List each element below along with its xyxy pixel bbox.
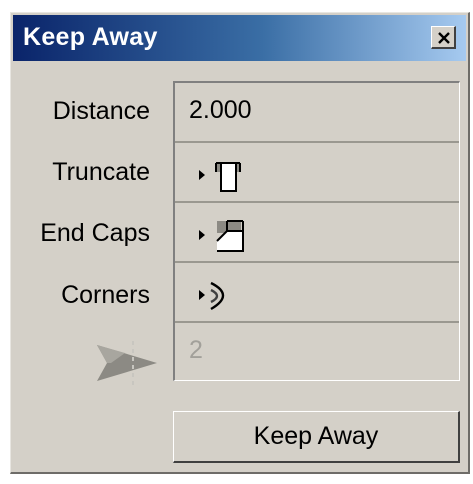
copies-arrow-icon <box>97 341 157 385</box>
end-caps-label: End Caps <box>40 219 150 247</box>
copies-row: 2 <box>175 323 459 383</box>
close-button[interactable] <box>431 26 456 49</box>
dropdown-arrow-icon <box>199 290 205 300</box>
corners-row[interactable] <box>175 263 459 323</box>
close-icon <box>438 32 450 44</box>
title-bar[interactable]: Keep Away <box>13 15 466 61</box>
dropdown-arrow-icon <box>199 170 205 180</box>
corner-style-icon <box>210 281 225 311</box>
end-caps-style-dropdown[interactable] <box>197 219 267 253</box>
distance-row: 2.000 <box>175 83 459 143</box>
truncate-row[interactable] <box>175 143 459 203</box>
end-caps-row[interactable] <box>175 203 459 263</box>
truncate-style-icon <box>215 162 241 192</box>
window-title: Keep Away <box>23 23 158 51</box>
distance-label: Distance <box>52 97 150 125</box>
distance-field[interactable]: 2.000 <box>189 96 252 125</box>
copies-field: 2 <box>189 336 203 364</box>
keep-away-button[interactable]: Keep Away <box>173 411 460 463</box>
keep-away-dialog: Keep Away Distance Truncate End Caps Cor… <box>10 12 470 474</box>
end-cap-style-icon <box>216 220 244 252</box>
keep-away-settings-grid: 2.000 2 <box>173 81 460 381</box>
corners-label: Corners <box>61 281 150 309</box>
corners-style-dropdown[interactable] <box>197 279 267 313</box>
truncate-label: Truncate <box>52 158 150 186</box>
truncate-style-dropdown[interactable] <box>197 159 267 193</box>
dropdown-arrow-icon <box>199 230 205 240</box>
